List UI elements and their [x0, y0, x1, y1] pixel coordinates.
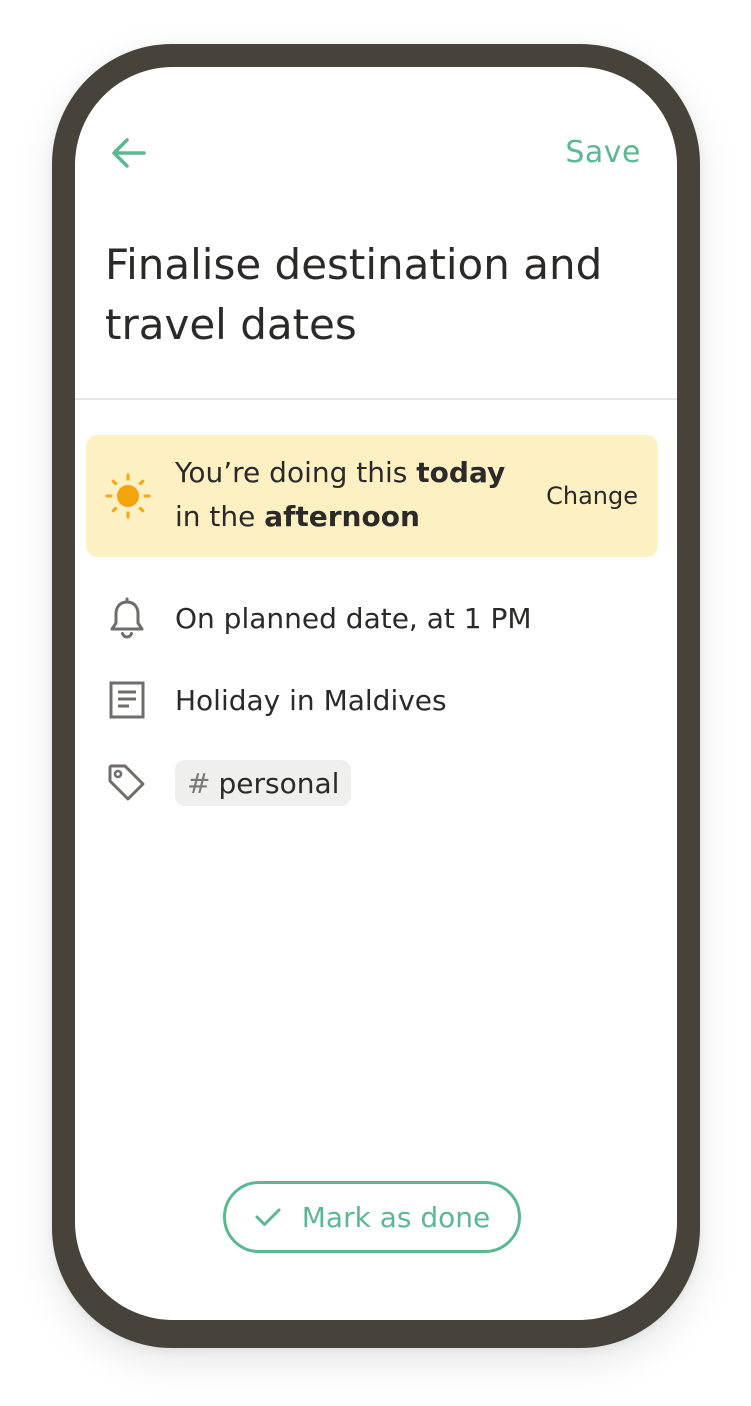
note-icon: [105, 678, 149, 722]
arrow-left-icon: [112, 138, 146, 168]
reminder-text: On planned date, at 1 PM: [175, 601, 532, 635]
task-title[interactable]: Finalise destination and travel dates: [105, 235, 645, 355]
project-row[interactable]: Holiday in Maldives: [105, 672, 645, 728]
bell-icon: [105, 596, 149, 640]
screen: Save Finalise destination and travel dat…: [75, 67, 677, 1320]
mark-as-done-label: Mark as done: [301, 1200, 491, 1234]
schedule-text: You’re doing this today in the afternoon: [175, 451, 535, 539]
phone-frame: Save Finalise destination and travel dat…: [52, 44, 700, 1348]
tag-label: personal: [218, 766, 340, 800]
save-button[interactable]: Save: [565, 131, 641, 175]
tag-hash: #: [187, 766, 211, 800]
divider: [75, 398, 677, 400]
project-text: Holiday in Maldives: [175, 683, 447, 717]
change-button[interactable]: Change: [546, 475, 638, 517]
check-icon: [255, 1208, 281, 1226]
tag-icon: [105, 761, 149, 805]
schedule-day: today: [416, 456, 506, 489]
sun-icon: [105, 473, 151, 519]
reminder-row[interactable]: On planned date, at 1 PM: [105, 590, 645, 646]
mark-as-done-button[interactable]: Mark as done: [223, 1181, 521, 1253]
tag-row: # personal: [105, 755, 645, 811]
schedule-prefix: You’re doing this: [175, 456, 417, 489]
tag-chip-personal[interactable]: # personal: [175, 760, 352, 806]
back-button[interactable]: [107, 131, 151, 175]
schedule-time-of-day: afternoon: [264, 500, 420, 533]
schedule-banner[interactable]: You’re doing this today in the afternoon…: [86, 435, 658, 557]
schedule-middle: in the: [175, 500, 265, 533]
